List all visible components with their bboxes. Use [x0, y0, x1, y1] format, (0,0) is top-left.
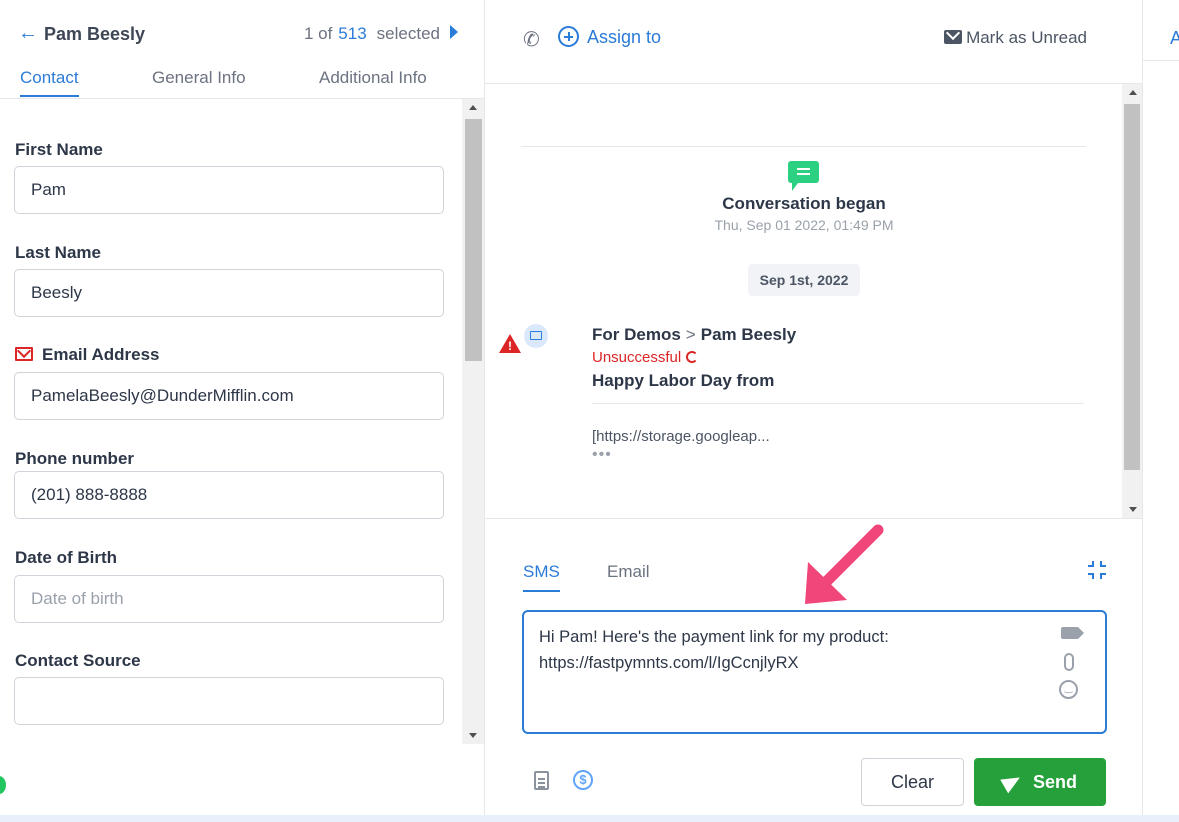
source-label: Contact Source: [15, 651, 141, 670]
message-status-text: Unsuccessful: [592, 349, 682, 366]
back-arrow-icon[interactable]: ←: [18, 22, 38, 44]
bottom-bar: [0, 815, 1179, 822]
pager-suffix: selected: [376, 24, 440, 43]
message-status: Unsuccessful: [592, 349, 699, 366]
status-dot: [0, 776, 6, 794]
contact-scrollbar[interactable]: [462, 99, 484, 744]
conversation-began-title: Conversation began: [722, 194, 886, 213]
pager: 1 of 513 selected: [304, 24, 440, 44]
last-name-field[interactable]: Beesly: [14, 269, 444, 317]
contact-tabs: Contact General Info Additional Info: [0, 66, 485, 99]
scroll-down-icon[interactable]: [469, 733, 477, 738]
email-channel-icon: [524, 324, 548, 348]
assign-label: Assign to: [587, 27, 662, 47]
tab-general-info[interactable]: General Info: [152, 68, 246, 95]
chat-bubble-icon: [788, 161, 819, 191]
message-to: Pam Beesly: [700, 325, 797, 344]
source-field[interactable]: [14, 677, 444, 725]
app-root: ← Pam Beesly 1 of 513 selected Contact Gen…: [0, 0, 1179, 822]
phone-field[interactable]: (201) 888-8888: [14, 471, 444, 519]
emoji-icon[interactable]: ‿: [1059, 680, 1078, 699]
more-icon[interactable]: •••: [592, 446, 612, 464]
route-separator: >: [685, 325, 696, 344]
envelope-icon: [944, 30, 963, 44]
pager-count[interactable]: 513: [338, 24, 366, 43]
email-label-wrap: Email Address: [15, 345, 159, 365]
conversation-panel: ✆ Assign to Mark as Unread Conversation …: [485, 0, 1143, 815]
collapse-icon[interactable]: [1088, 561, 1106, 579]
tab-email[interactable]: Email: [607, 562, 650, 590]
right-panel-tab[interactable]: A: [1170, 28, 1179, 49]
retry-icon[interactable]: [686, 351, 699, 363]
composer: SMS Email Hi Pam! Here's the payment lin…: [485, 519, 1143, 815]
clear-button[interactable]: Clear: [861, 758, 964, 806]
email-field[interactable]: PamelaBeesly@DunderMifflin.com: [14, 372, 444, 420]
tag-icon[interactable]: [1061, 627, 1084, 639]
send-icon: [1000, 770, 1024, 793]
thread-scroll-down-icon[interactable]: [1129, 507, 1137, 512]
contact-form: First Name Pam Last Name Beesly Email Ad…: [0, 99, 462, 744]
conversation-began-time: Thu, Sep 01 2022, 01:49 PM: [714, 217, 894, 233]
template-icon[interactable]: [534, 771, 549, 790]
thread-scrollbar[interactable]: [1122, 84, 1142, 518]
email-icon: [15, 347, 33, 361]
message-thread: Conversation began Thu, Sep 01 2022, 01:…: [485, 84, 1143, 519]
send-button[interactable]: Send: [974, 758, 1106, 806]
tab-additional-info[interactable]: Additional Info: [319, 68, 427, 95]
phone-label: Phone number: [15, 449, 135, 468]
divider: [521, 146, 1086, 147]
scroll-thumb[interactable]: [465, 119, 482, 361]
phone-icon[interactable]: ✆: [523, 27, 540, 52]
message-route: For Demos > Pam Beesly: [592, 325, 796, 345]
contact-nav: ← Pam Beesly 1 of 513 selected: [18, 22, 458, 46]
date-chip: Sep 1st, 2022: [748, 264, 860, 296]
right-panel: A: [1143, 0, 1179, 815]
warning-icon: !: [499, 334, 521, 353]
message-from: For Demos: [592, 325, 681, 344]
tab-contact[interactable]: Contact: [20, 68, 79, 97]
contact-panel: ← Pam Beesly 1 of 513 selected Contact Gen…: [0, 0, 485, 815]
dob-label: Date of Birth: [15, 548, 117, 567]
send-label: Send: [1032, 771, 1077, 792]
plus-circle-icon: [558, 26, 579, 47]
first-name-label: First Name: [15, 140, 103, 159]
message-line-1: Hi Pam! Here's the payment link for my p…: [539, 628, 889, 646]
mark-unread-label: Mark as Unread: [966, 28, 1087, 47]
scroll-up-icon[interactable]: [469, 105, 477, 110]
contact-name: Pam Beesly: [44, 24, 146, 44]
first-name-field[interactable]: Pam: [14, 166, 444, 214]
thread-scroll-up-icon[interactable]: [1129, 90, 1137, 95]
message-subject[interactable]: Happy Labor Day from: [592, 371, 774, 391]
message-line-2: https://fastpymnts.com/l/IgCcnjlyRX: [539, 654, 799, 672]
dob-field[interactable]: Date of birth: [14, 575, 444, 623]
pager-prefix: 1 of: [303, 24, 333, 43]
message-input[interactable]: Hi Pam! Here's the payment link for my p…: [522, 610, 1107, 734]
right-panel-divider: [1143, 60, 1179, 61]
conversation-toolbar: ✆ Assign to Mark as Unread: [485, 0, 1143, 84]
attachment-icon[interactable]: [1064, 653, 1074, 671]
thread-scroll-thumb[interactable]: [1124, 104, 1140, 470]
last-name-label: Last Name: [15, 243, 101, 262]
next-contact-icon[interactable]: [450, 25, 458, 39]
tab-sms[interactable]: SMS: [523, 562, 560, 592]
mark-unread-button[interactable]: Mark as Unread: [944, 28, 1087, 48]
email-label: Email Address: [42, 345, 160, 364]
message-preview: [https://storage.googleap...: [592, 428, 770, 445]
message-separator: [592, 403, 1084, 404]
payment-icon[interactable]: $: [573, 770, 593, 790]
assign-button[interactable]: Assign to: [558, 26, 661, 48]
